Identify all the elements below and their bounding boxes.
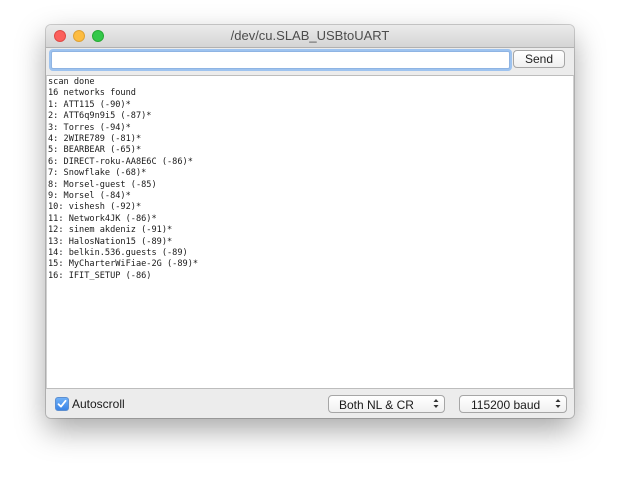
serial-input-field[interactable] (51, 51, 510, 69)
output-line: scan done (48, 77, 95, 87)
line-ending-select[interactable]: Both NL & CR (328, 395, 445, 413)
line-ending-value: Both NL & CR (339, 398, 414, 412)
baud-rate-select[interactable]: 115200 baud (459, 395, 567, 413)
maximize-window-button[interactable] (92, 30, 104, 42)
output-line: 2: ATT6q9n9i5 (-87)* (48, 111, 152, 122)
title-bar[interactable]: /dev/cu.SLAB_USBtoUART (46, 25, 574, 48)
serial-output-area[interactable]: scan done 16 networks found 1: ATT115 (-90… (46, 75, 574, 389)
checkmark-icon (57, 399, 67, 408)
baud-rate-value: 115200 baud (471, 398, 541, 412)
output-line: 16 networks found (48, 88, 136, 99)
output-line: 13: HalosNation15 (-89)* (48, 236, 173, 247)
output-line: 12: sinem akdeniz (-91)* (48, 225, 173, 236)
output-line: 10: vishesh (-92)* (48, 202, 142, 213)
autoscroll-label: Autoscroll (72, 397, 125, 411)
minimize-window-button[interactable] (73, 30, 85, 42)
output-line: 16: IFIT_SETUP (-86) (48, 270, 152, 281)
output-line: 1: ATT115 (-90)* (48, 99, 131, 110)
output-line: 5: BEARBEAR (-65)* (48, 145, 142, 156)
autoscroll-checkbox[interactable] (55, 397, 69, 411)
output-line: 14: belkin.536.guests (-89) (48, 248, 188, 258)
output-line: 9: Morsel (-84)* (48, 191, 131, 201)
output-line: 4: 2WIRE789 (-81)* (48, 134, 142, 144)
up-down-arrows-icon (555, 399, 561, 408)
output-line: 8: Morsel-guest (-85) (48, 179, 157, 190)
close-window-button[interactable] (54, 30, 66, 42)
output-line: 11: Network4JK (-86)* (48, 213, 157, 224)
up-down-arrows-icon (433, 399, 439, 408)
output-line: 6: DIRECT-roku-AA8E6C (-86)* (48, 156, 193, 167)
output-line: 7: Snowflake (-68)* (48, 168, 147, 179)
send-button[interactable]: Send (513, 50, 565, 68)
serial-monitor-window: /dev/cu.SLAB_USBtoUART Send scan done 16 … (46, 25, 574, 418)
output-line: 3: Torres (-94)* (48, 122, 131, 133)
window-title: /dev/cu.SLAB_USBtoUART (230, 28, 390, 43)
output-line: 15: MyCharterWiFiae-2G (-89)* (48, 259, 199, 270)
